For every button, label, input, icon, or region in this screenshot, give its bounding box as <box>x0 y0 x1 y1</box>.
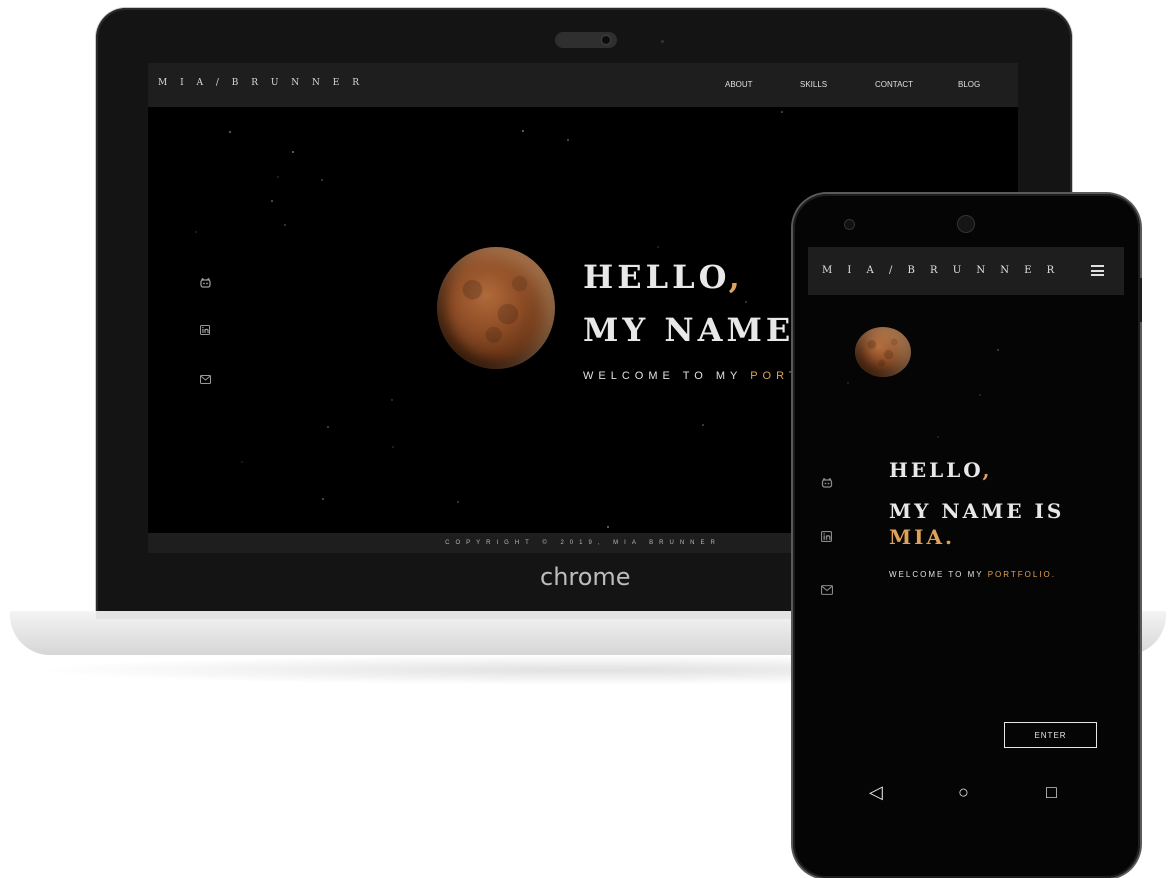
phone-side-button[interactable] <box>1138 278 1142 322</box>
desktop-hero-welcome: WELCOME TO MY PORT <box>583 370 801 382</box>
android-back-icon[interactable]: ◁ <box>869 783 883 801</box>
phone-camera-icon <box>845 220 854 229</box>
mobile-hero-name-line1: MY NAME IS <box>889 499 1065 523</box>
mobile-hero-hello: HELLO, <box>889 458 993 482</box>
mobile-moon-image <box>855 327 911 377</box>
mobile-github-icon[interactable] <box>821 478 833 488</box>
nav-link-contact[interactable]: CONTACT <box>875 80 913 89</box>
desktop-hero-name: MY NAME I <box>583 311 829 349</box>
mobile-hero-name-line2: MIA. <box>889 525 955 549</box>
desktop-logo[interactable]: M I A / B R U N N E R <box>158 78 364 88</box>
desktop-hero-hello: HELLO, <box>583 258 744 296</box>
linkedin-icon[interactable] <box>200 325 210 335</box>
laptop-sensor-dot <box>661 40 664 43</box>
phone-speaker-icon <box>958 216 974 232</box>
browser-brand-label: chrome <box>540 563 631 591</box>
android-recents-icon[interactable]: □ <box>1046 783 1057 801</box>
mobile-email-icon[interactable] <box>821 585 833 595</box>
mobile-linkedin-icon[interactable] <box>821 531 832 542</box>
nav-link-skills[interactable]: SKILLS <box>800 80 827 89</box>
github-icon[interactable] <box>200 278 211 288</box>
laptop-camera-icon <box>602 36 610 44</box>
enter-button[interactable]: ENTER <box>1004 722 1097 748</box>
mobile-navbar: M I A / B R U N N E R <box>808 247 1124 295</box>
mobile-hero-welcome: WELCOME TO MY PORTFOLIO. <box>889 570 1056 579</box>
android-home-icon[interactable]: ○ <box>958 783 969 801</box>
nav-link-blog[interactable]: BLOG <box>958 80 980 89</box>
nav-link-about[interactable]: ABOUT <box>725 80 753 89</box>
mobile-logo[interactable]: M I A / B R U N N E R <box>822 265 1060 276</box>
desktop-navbar: M I A / B R U N N E R ABOUT SKILLS CONTA… <box>148 63 1018 107</box>
desktop-moon-image <box>437 247 555 369</box>
hamburger-menu-icon[interactable] <box>1091 265 1104 276</box>
email-icon[interactable] <box>200 375 211 384</box>
